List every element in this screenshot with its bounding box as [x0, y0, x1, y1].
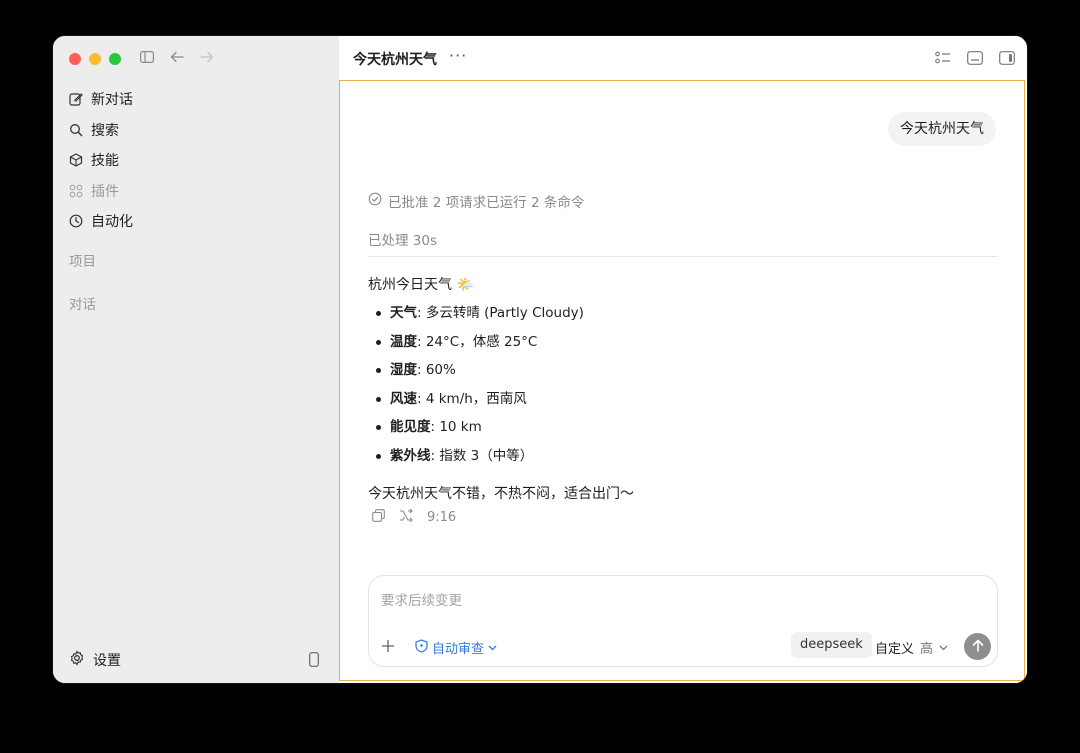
chat-thread: 今天杭州天气 已批准 2 项请求已运行 2 条命令 已处理 30s 杭州今日天气…	[339, 80, 1025, 681]
window-controls	[69, 53, 121, 65]
mode-selector[interactable]: 自定义 高	[875, 638, 948, 657]
detail-value: : 60%	[417, 362, 456, 378]
sidebar-toggle-icon[interactable]	[139, 49, 155, 65]
response-title: 杭州今日天气 🌤️	[368, 277, 474, 293]
detail-key: 温度	[390, 333, 417, 350]
message-composer[interactable]: 要求后续变更 自动审查 deepseek 自定义 高	[368, 575, 998, 667]
chevron-down-icon	[939, 640, 948, 655]
mode-level: 高	[920, 642, 934, 657]
more-options-button[interactable]: ···	[449, 46, 467, 65]
arrow-up-icon	[972, 637, 984, 656]
shield-icon	[415, 638, 428, 657]
divider	[368, 256, 998, 257]
main-panel: 今天杭州天气 ··· 今天杭州天气 已批准 2 项请求已运行 2 条命令 已处理…	[339, 36, 1027, 683]
sidebar-item-automation[interactable]: 自动化	[69, 206, 133, 237]
add-attachment-button[interactable]	[381, 636, 395, 656]
detail-value: : 24°C，体感 25°C	[417, 333, 538, 350]
header-actions	[935, 50, 1015, 69]
detail-value: : 多云转晴 (Partly Cloudy)	[417, 305, 584, 321]
detail-key: 能见度	[390, 419, 431, 435]
sidebar-item-plugins[interactable]: 插件	[69, 176, 133, 207]
detail-key: 紫外线	[390, 447, 431, 464]
processed-duration[interactable]: 已处理 30s	[368, 229, 437, 249]
copy-icon[interactable]	[372, 509, 385, 526]
maximize-window-button[interactable]	[109, 53, 121, 65]
message-time: 9:16	[427, 510, 457, 525]
list-item: 温度: 24°C，体感 25°C	[368, 328, 584, 357]
detail-value: : 10 km	[430, 419, 482, 435]
terminal-panel-icon[interactable]	[967, 50, 983, 69]
forward-arrow-icon[interactable]	[199, 49, 215, 65]
chevron-down-icon	[488, 640, 497, 655]
sidebar: 新对话 搜索 技能 插件 自动化 项目 对话 设置	[53, 36, 339, 683]
mode-label: 自定义	[875, 642, 915, 657]
search-icon	[69, 123, 83, 137]
gear-icon	[69, 650, 85, 670]
sidebar-item-label: 自动化	[91, 214, 133, 231]
back-arrow-icon[interactable]	[169, 49, 185, 65]
list-item: 湿度: 60%	[368, 356, 584, 385]
sidebar-item-label: 技能	[91, 153, 119, 170]
composer-input[interactable]: 要求后续变更	[381, 589, 462, 609]
sidebar-toolbar	[139, 49, 215, 65]
list-item: 天气: 多云转晴 (Partly Cloudy)	[368, 299, 584, 328]
chat-header: 今天杭州天气 ···	[339, 36, 1027, 81]
sidebar-item-new-chat[interactable]: 新对话	[69, 84, 133, 115]
approval-status-text: 已批准 2 项请求已运行 2 条命令	[388, 195, 585, 211]
sidebar-item-search[interactable]: 搜索	[69, 115, 133, 146]
clock-icon	[69, 214, 83, 228]
user-message-bubble: 今天杭州天气	[888, 112, 996, 146]
page-title: 今天杭州天气	[353, 52, 437, 68]
message-actions: 9:16	[372, 508, 457, 526]
sidebar-item-label: 新对话	[91, 92, 133, 109]
detail-key: 风速	[390, 390, 417, 407]
list-item: 风速: 4 km/h，西南风	[368, 385, 584, 414]
settings-button[interactable]: 设置	[69, 650, 121, 670]
app-window: 新对话 搜索 技能 插件 自动化 项目 对话 设置 今天杭州天气 ··· 今天杭…	[53, 36, 1027, 683]
list-item: 能见度: 10 km	[368, 413, 584, 442]
fork-icon[interactable]	[399, 508, 413, 526]
detail-value: : 4 km/h，西南风	[417, 390, 527, 407]
auto-review-dropdown[interactable]: 自动审查	[415, 638, 497, 657]
right-panel-toggle-icon[interactable]	[999, 50, 1015, 69]
section-chats-label: 对话	[69, 297, 96, 313]
settings-label: 设置	[93, 653, 121, 669]
sidebar-item-label: 搜索	[91, 122, 119, 139]
sidebar-item-label: 插件	[91, 183, 119, 200]
edit-icon	[69, 92, 83, 106]
close-window-button[interactable]	[69, 53, 81, 65]
task-list-icon[interactable]	[935, 50, 951, 69]
cube-icon	[69, 153, 83, 167]
sidebar-item-skills[interactable]: 技能	[69, 145, 133, 176]
model-selector[interactable]: deepseek	[791, 632, 872, 658]
grid-icon	[69, 184, 83, 198]
detail-key: 湿度	[390, 362, 417, 378]
check-circle-icon	[368, 192, 382, 210]
approval-status[interactable]: 已批准 2 项请求已运行 2 条命令	[368, 191, 584, 211]
response-summary: 今天杭州天气不错，不热不闷，适合出门～	[368, 486, 634, 502]
phone-icon[interactable]	[309, 652, 319, 671]
list-item: 紫外线: 指数 3（中等）	[368, 442, 584, 471]
sidebar-nav: 新对话 搜索 技能 插件 自动化	[69, 84, 133, 237]
weather-details-list: 天气: 多云转晴 (Partly Cloudy) 温度: 24°C，体感 25°…	[368, 299, 584, 470]
detail-value: : 指数 3（中等）	[430, 447, 534, 464]
detail-key: 天气	[390, 305, 417, 321]
send-button[interactable]	[964, 633, 991, 660]
minimize-window-button[interactable]	[89, 53, 101, 65]
auto-review-label: 自动审查	[432, 642, 485, 657]
section-projects-label: 项目	[69, 254, 96, 270]
